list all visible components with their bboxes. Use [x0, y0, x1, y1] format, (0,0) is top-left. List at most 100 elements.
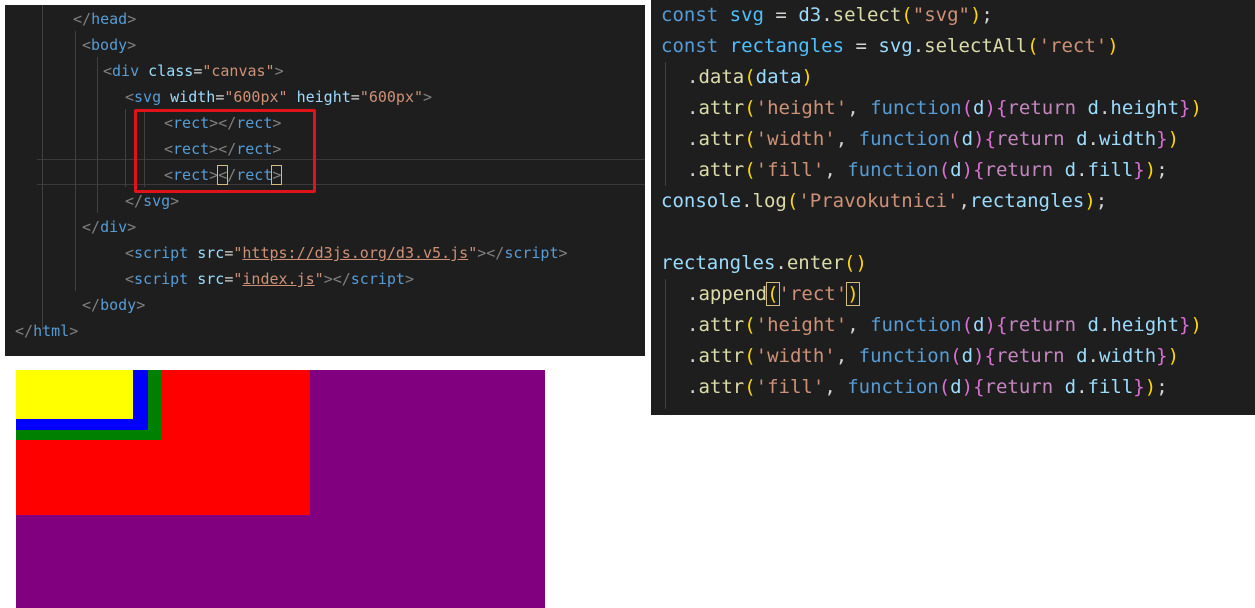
code-token: >	[404, 270, 414, 288]
code-token: .	[687, 376, 699, 398]
code-token: select	[832, 4, 902, 26]
code-token: d	[973, 314, 985, 336]
rendered-svg-output	[16, 370, 545, 608]
code-token: )	[1190, 314, 1202, 336]
code-token: )	[801, 66, 813, 88]
js-line-5: .attr('width', function(d){return d.widt…	[651, 124, 1255, 155]
code-token: 'fill'	[755, 376, 825, 398]
code-token: .	[687, 159, 699, 181]
code-token: d	[1064, 159, 1077, 181]
code-token: >	[127, 36, 137, 54]
code-token: >	[127, 10, 137, 28]
code-token: (	[844, 252, 856, 274]
code-token: d	[1064, 376, 1077, 398]
code-token: )	[973, 128, 985, 150]
html-code-editor[interactable]: </head> <body> <div class="canvas"> <svg wi…	[5, 5, 645, 356]
code-token: .	[1076, 376, 1088, 398]
code-token: width	[1098, 345, 1157, 367]
code-token: }	[1179, 314, 1191, 336]
js-line-12: .attr('width', function(d){return d.widt…	[651, 341, 1255, 372]
code-token: (	[744, 128, 756, 150]
code-token: </	[82, 218, 101, 236]
code-text: .attr('width', function(d){return d.widt…	[687, 341, 1179, 372]
code-token: "	[314, 270, 324, 288]
code-token: 'Pravokutnici'	[798, 190, 959, 212]
code-token: return	[984, 159, 1054, 181]
code-token: script	[134, 270, 189, 288]
code-token: )	[1084, 190, 1096, 212]
code-text: rectangles.enter()	[661, 248, 867, 279]
js-line-9: rectangles.enter()	[651, 248, 1255, 279]
code-token: >	[170, 192, 180, 210]
code-token: .	[687, 283, 699, 305]
code-token: >	[127, 218, 137, 236]
code-token: ,	[824, 376, 848, 398]
code-token: <	[125, 244, 135, 262]
code-token: )	[961, 376, 974, 398]
code-token: attr	[698, 314, 745, 336]
code-token: )	[855, 252, 867, 274]
code-token: height	[1110, 314, 1180, 336]
code-token: attr	[698, 159, 745, 181]
code-token: script	[350, 270, 405, 288]
code-token: {	[995, 314, 1008, 336]
js-line-4: .attr('height', function(d){return d.hei…	[651, 93, 1255, 124]
code-token: d	[1087, 314, 1099, 336]
code-token: (	[744, 314, 756, 336]
code-token: data	[755, 66, 802, 88]
code-token: ,	[824, 159, 848, 181]
code-text: </html>	[15, 318, 78, 344]
code-token: append	[698, 283, 768, 305]
code-token: )	[984, 97, 996, 119]
code-token: )	[1144, 159, 1157, 181]
code-token: svg	[143, 192, 171, 210]
code-token: ;	[981, 4, 993, 26]
code-token: (	[938, 376, 951, 398]
html-line-3: <div class="canvas">	[5, 58, 645, 84]
code-token: return	[1007, 97, 1077, 119]
code-token: (	[744, 376, 756, 398]
code-token: .	[687, 345, 699, 367]
code-text: .append('rect')	[687, 279, 860, 310]
code-text: <div class="canvas">	[103, 58, 284, 84]
code-token: enter	[786, 252, 845, 274]
code-token: width	[1098, 128, 1157, 150]
code-token: <	[82, 36, 92, 54]
code-token: 'width'	[755, 345, 836, 367]
js-code-editor[interactable]: const svg = d3.select("svg"); const recta…	[651, 0, 1255, 415]
code-token: .	[1076, 159, 1088, 181]
code-token: .	[1098, 314, 1111, 336]
code-text: const svg = d3.select("svg");	[661, 0, 993, 31]
code-token: .	[741, 190, 753, 212]
code-token: ></	[323, 270, 351, 288]
code-token: }	[1133, 159, 1145, 181]
code-token: .	[912, 35, 925, 57]
code-text: </div>	[82, 214, 136, 240]
code-token: }	[1133, 376, 1145, 398]
code-token: rectangles	[661, 252, 776, 274]
code-token: )	[973, 345, 985, 367]
code-token: 'height'	[755, 97, 848, 119]
code-token: {	[973, 376, 985, 398]
code-token: )	[846, 282, 860, 306]
code-text: <body>	[82, 32, 136, 58]
html-line-12: </body>	[5, 292, 645, 318]
code-token: d	[961, 128, 974, 150]
code-token: (	[744, 345, 756, 367]
code-token: </	[125, 192, 144, 210]
code-token: log	[752, 190, 787, 212]
js-line-13: .attr('fill', function(d){return d.fill}…	[651, 372, 1255, 403]
code-token: .	[687, 97, 699, 119]
html-line-5: <rect></rect>	[5, 110, 645, 136]
code-token: =	[350, 88, 360, 106]
code-token: .	[687, 66, 699, 88]
code-token: const	[661, 4, 719, 26]
js-line-1: const svg = d3.select("svg");	[651, 0, 1255, 31]
code-token: function	[870, 314, 962, 336]
